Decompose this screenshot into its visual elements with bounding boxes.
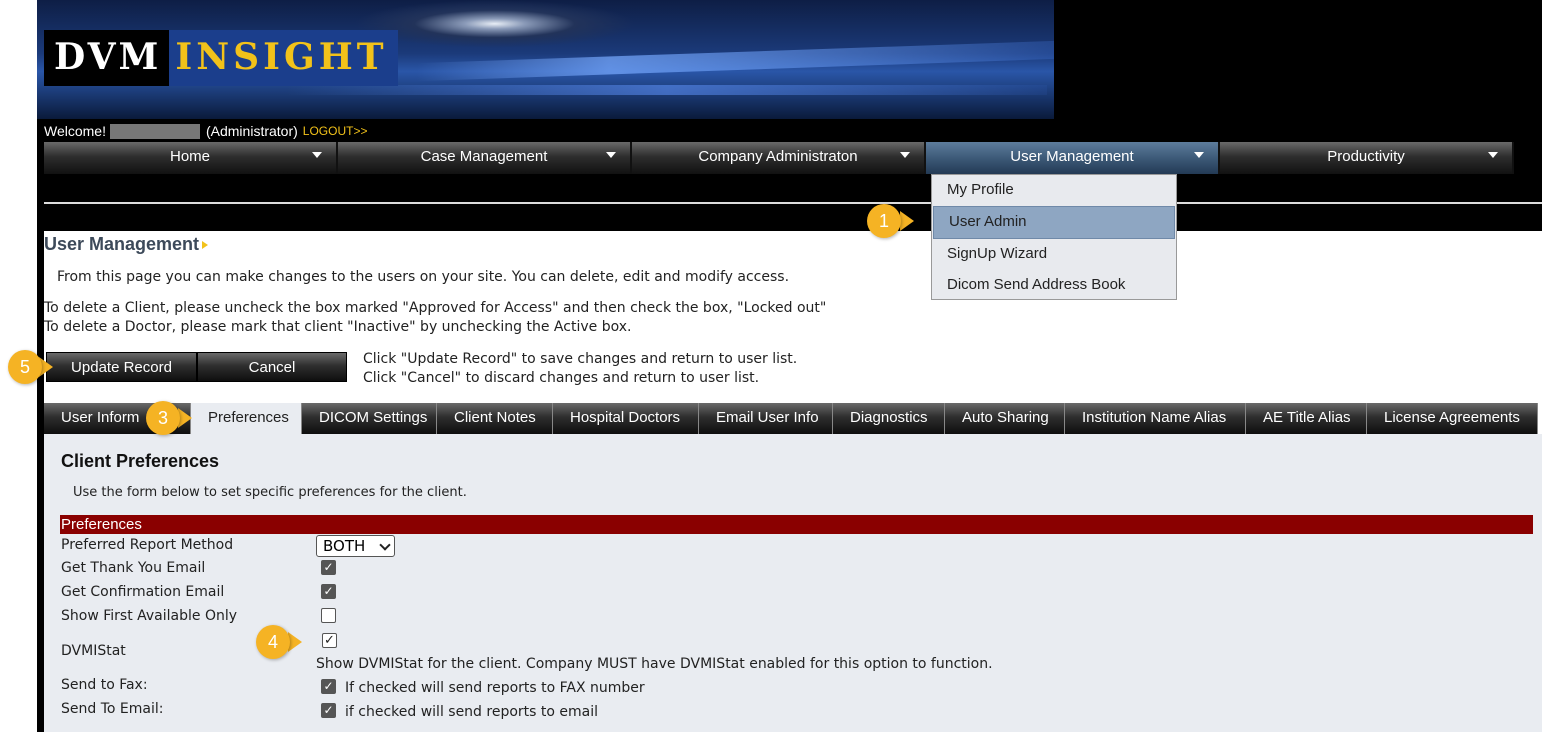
- send-to-email-label: Send To Email:: [61, 701, 164, 717]
- nav-user-label: User Management: [1010, 148, 1134, 165]
- welcome-bar: Welcome! (Administrator) LOGOUT>>: [44, 123, 367, 139]
- cancel-hint: Click "Cancel" to discard changes and re…: [363, 370, 760, 386]
- preferences-section-header: Preferences: [60, 515, 1533, 534]
- nav-case-management[interactable]: Case Management: [338, 142, 632, 174]
- main-nav: Home Case Management Company Administrat…: [44, 142, 1542, 174]
- tab-institution-name-alias[interactable]: Institution Name Alias: [1065, 403, 1246, 434]
- send-to-fax-label: Send to Fax:: [61, 677, 148, 693]
- menu-item-dicom-address-book[interactable]: Dicom Send Address Book: [932, 270, 1176, 301]
- report-method-value: BOTH: [323, 537, 366, 555]
- redacted-username: [109, 123, 200, 139]
- nav-home[interactable]: Home: [44, 142, 338, 174]
- nav-company-label: Company Administraton: [698, 148, 858, 165]
- cancel-button[interactable]: Cancel: [197, 352, 347, 382]
- user-management-menu: My Profile User Admin SignUp Wizard Dico…: [931, 174, 1177, 300]
- confirmation-email-label: Get Confirmation Email: [61, 584, 225, 600]
- welcome-text: Welcome!: [44, 123, 106, 139]
- confirmation-email-checkbox[interactable]: ✓: [321, 584, 336, 599]
- tab-ae-title-alias[interactable]: AE Title Alias: [1246, 403, 1367, 434]
- logout-link[interactable]: LOGOUT>>: [303, 124, 368, 138]
- thank-you-email-label: Get Thank You Email: [61, 560, 206, 576]
- report-method-label: Preferred Report Method: [61, 537, 234, 553]
- chevron-down-icon: [900, 152, 910, 158]
- callout-badge-5: 5: [8, 350, 42, 384]
- callout-badge-1: 1: [867, 204, 901, 238]
- banner-streak: [417, 40, 1054, 82]
- banner-streak-2: [287, 85, 1047, 95]
- send-to-fax-checkbox[interactable]: ✓: [321, 679, 336, 694]
- tab-email-user-info[interactable]: Email User Info: [699, 403, 833, 434]
- client-preferences-heading: Client Preferences: [61, 451, 220, 471]
- callout-tail: [178, 408, 192, 428]
- menu-item-signup-wizard[interactable]: SignUp Wizard: [932, 239, 1176, 270]
- first-available-label: Show First Available Only: [61, 608, 238, 624]
- tab-hospital-doctors[interactable]: Hospital Doctors: [553, 403, 699, 434]
- dvmistat-label: DVMIStat: [61, 643, 126, 659]
- page-title: User Management: [44, 234, 209, 255]
- delete-doctor-text: To delete a Doctor, please mark that cli…: [44, 319, 632, 335]
- tab-client-notes[interactable]: Client Notes: [437, 403, 553, 434]
- dvmistat-checkbox[interactable]: ✓: [322, 633, 337, 648]
- chevron-down-icon: [312, 152, 322, 158]
- tab-auto-sharing[interactable]: Auto Sharing: [945, 403, 1065, 434]
- preferences-subtitle: Use the form below to set specific prefe…: [73, 485, 467, 500]
- callout-badge-3: 3: [146, 401, 180, 435]
- tab-dicom-settings[interactable]: DICOM Settings: [302, 403, 437, 434]
- send-to-email-description: if checked will send reports to email: [345, 704, 599, 720]
- header-banner: DVM INSIGHT: [37, 0, 1054, 119]
- nav-home-label: Home: [169, 148, 210, 165]
- chevron-down-icon: [379, 539, 391, 551]
- nav-case-label: Case Management: [420, 148, 548, 165]
- divider: [44, 202, 1542, 204]
- callout-tail: [288, 632, 302, 652]
- chevron-down-icon: [606, 152, 616, 158]
- role-text: (Administrator): [205, 123, 298, 139]
- tab-license-agreements[interactable]: License Agreements: [1367, 403, 1538, 434]
- logo-dvm-text: DVM: [44, 30, 170, 86]
- send-to-fax-description: If checked will send reports to FAX numb…: [345, 680, 645, 696]
- chevron-down-icon: [1488, 152, 1498, 158]
- tab-preferences[interactable]: Preferences: [191, 403, 302, 434]
- delete-client-text: To delete a Client, please uncheck the b…: [44, 300, 827, 316]
- report-method-select[interactable]: BOTH: [316, 535, 395, 557]
- preferences-panel: Client Preferences Use the form below to…: [44, 434, 1542, 732]
- thank-you-email-checkbox[interactable]: ✓: [321, 560, 336, 575]
- update-record-button[interactable]: Update Record: [46, 352, 197, 382]
- first-available-checkbox[interactable]: [321, 608, 336, 623]
- nav-company-admin[interactable]: Company Administraton: [632, 142, 926, 174]
- logo-insight-text: INSIGHT: [169, 30, 398, 86]
- tab-diagnostics[interactable]: Diagnostics: [833, 403, 945, 434]
- page-title-text: User Management: [44, 234, 200, 254]
- nav-productivity[interactable]: Productivity: [1220, 142, 1514, 174]
- update-hint: Click "Update Record" to save changes an…: [363, 351, 798, 367]
- tab-bar: User Inform Preferences DICOM Settings C…: [44, 403, 1538, 434]
- menu-item-user-admin[interactable]: User Admin: [933, 206, 1175, 239]
- callout-tail: [900, 211, 914, 231]
- send-to-email-checkbox[interactable]: ✓: [321, 703, 336, 718]
- dvm-insight-logo[interactable]: DVM INSIGHT: [44, 30, 398, 86]
- callout-badge-4: 4: [256, 625, 290, 659]
- chevron-down-icon: [1194, 152, 1204, 158]
- nav-user-management[interactable]: User Management: [926, 142, 1220, 174]
- nav-productivity-label: Productivity: [1327, 148, 1405, 165]
- title-arrow-icon: [202, 241, 209, 250]
- menu-item-my-profile[interactable]: My Profile: [932, 175, 1176, 206]
- intro-text: From this page you can make changes to t…: [57, 269, 790, 285]
- dvmistat-description: Show DVMIStat for the client. Company MU…: [316, 656, 993, 672]
